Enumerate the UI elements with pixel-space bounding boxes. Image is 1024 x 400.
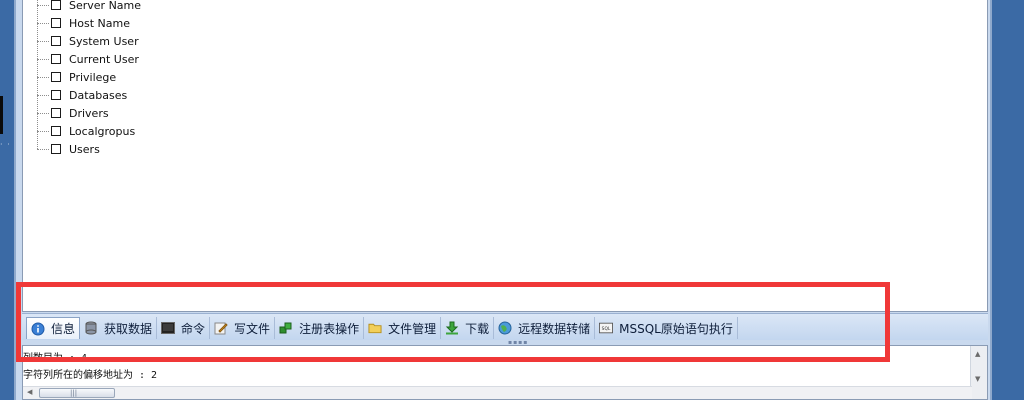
tab-mssql-exec[interactable]: SQL MSSQL原始语句执行 bbox=[595, 317, 738, 339]
tree-item-label: Current User bbox=[69, 52, 139, 66]
tree-item-system-user[interactable]: System User bbox=[37, 32, 139, 50]
horizontal-scroll-thumb[interactable]: ||| bbox=[39, 388, 115, 398]
folder-icon bbox=[368, 321, 382, 335]
tab-label: 文件管理 bbox=[388, 321, 437, 336]
tab-remote-dump[interactable]: 远程数据转储 bbox=[494, 317, 596, 339]
tree-item-host-name[interactable]: Host Name bbox=[37, 14, 130, 32]
pencil-icon bbox=[214, 321, 228, 335]
tab-label: 写文件 bbox=[234, 321, 271, 336]
tab-info[interactable]: 信息 bbox=[26, 317, 81, 339]
tab-label: 信息 bbox=[51, 322, 76, 336]
scroll-down-icon[interactable]: ▼ bbox=[975, 375, 980, 383]
svg-text:SQL: SQL bbox=[602, 326, 611, 332]
tree-item-current-user[interactable]: Current User bbox=[37, 50, 139, 68]
tree-item-label: Users bbox=[69, 142, 100, 156]
tab-download[interactable]: 下载 bbox=[441, 317, 495, 339]
tree-item-databases[interactable]: Databases bbox=[37, 86, 127, 104]
checkbox[interactable] bbox=[51, 126, 61, 136]
tree-item-label: Databases bbox=[69, 88, 128, 102]
tree-item-localgropus[interactable]: Localgropus bbox=[37, 122, 135, 140]
horizontal-scrollbar[interactable]: ◀ ||| bbox=[23, 386, 972, 399]
tree-item-label: Server Name bbox=[69, 0, 142, 12]
tab-write-file[interactable]: 写文件 bbox=[210, 317, 276, 339]
tab-label: 命令 bbox=[181, 321, 206, 336]
output-line: 列数目为 : 4 bbox=[23, 353, 88, 364]
tab-file-manager[interactable]: 文件管理 bbox=[364, 317, 442, 339]
database-icon bbox=[84, 321, 98, 335]
tree-item-label: Drivers bbox=[69, 106, 109, 120]
tree-item-drivers[interactable]: Drivers bbox=[37, 104, 109, 122]
tab-label: 远程数据转储 bbox=[518, 321, 591, 336]
checkbox[interactable] bbox=[51, 0, 61, 10]
tree-item-label: System User bbox=[69, 34, 139, 48]
tree-item-label: Localgropus bbox=[69, 124, 136, 138]
checkbox[interactable] bbox=[51, 72, 61, 82]
scroll-up-icon[interactable]: ▲ bbox=[975, 350, 980, 358]
tab-registry[interactable]: 注册表操作 bbox=[275, 317, 365, 339]
tree-item-label: Privilege bbox=[69, 70, 117, 84]
tab-command[interactable]: 命令 bbox=[157, 317, 211, 339]
tab-label: 注册表操作 bbox=[299, 321, 360, 336]
registry-cubes-icon bbox=[279, 321, 293, 335]
globe-icon bbox=[498, 321, 512, 335]
tab-label: 下载 bbox=[465, 321, 490, 336]
download-icon bbox=[445, 321, 459, 335]
desktop-glyph bbox=[0, 96, 3, 134]
vertical-scrollbar[interactable]: ▲ ▼ bbox=[970, 346, 987, 399]
info-icon bbox=[31, 322, 45, 336]
checkbox[interactable] bbox=[51, 54, 61, 64]
sql-icon: SQL bbox=[599, 321, 614, 335]
tab-label: 获取数据 bbox=[104, 321, 153, 336]
tree-item-server-name[interactable]: Server Name bbox=[37, 0, 141, 14]
checkbox[interactable] bbox=[51, 108, 61, 118]
checkbox[interactable] bbox=[51, 18, 61, 28]
checkbox[interactable] bbox=[51, 90, 61, 100]
output-line: 字符列所在的偏移地址为 : 2 bbox=[23, 370, 158, 381]
tree-item-users[interactable]: Users bbox=[37, 140, 100, 158]
tree-item-privilege[interactable]: Privilege bbox=[37, 68, 116, 86]
tab-strip: 信息 获取数据 命令 写文件 注册表操作 文件管理 下载 远程数据转储 SQL … bbox=[22, 313, 988, 340]
console-icon bbox=[161, 321, 176, 335]
tab-list: 信息 获取数据 命令 写文件 注册表操作 文件管理 下载 远程数据转储 SQL … bbox=[26, 317, 738, 339]
output-panel: 列数目为 : 4 字符列所在的偏移地址为 : 2 ▲ ▼ ◀ ||| bbox=[22, 345, 988, 400]
checkbox[interactable] bbox=[51, 36, 61, 46]
checkbox[interactable] bbox=[51, 144, 61, 154]
scroll-left-icon[interactable]: ◀ bbox=[27, 388, 32, 396]
tree-panel: Server Name Host Name System User Curren… bbox=[22, 0, 988, 312]
splitter-grip[interactable]: ▪▪▪▪ bbox=[508, 340, 528, 346]
app-window: Server Name Host Name System User Curren… bbox=[14, 0, 992, 400]
tab-label: MSSQL原始语句执行 bbox=[619, 321, 733, 336]
tree-item-label: Host Name bbox=[69, 16, 130, 30]
tab-get-data[interactable]: 获取数据 bbox=[80, 317, 158, 339]
